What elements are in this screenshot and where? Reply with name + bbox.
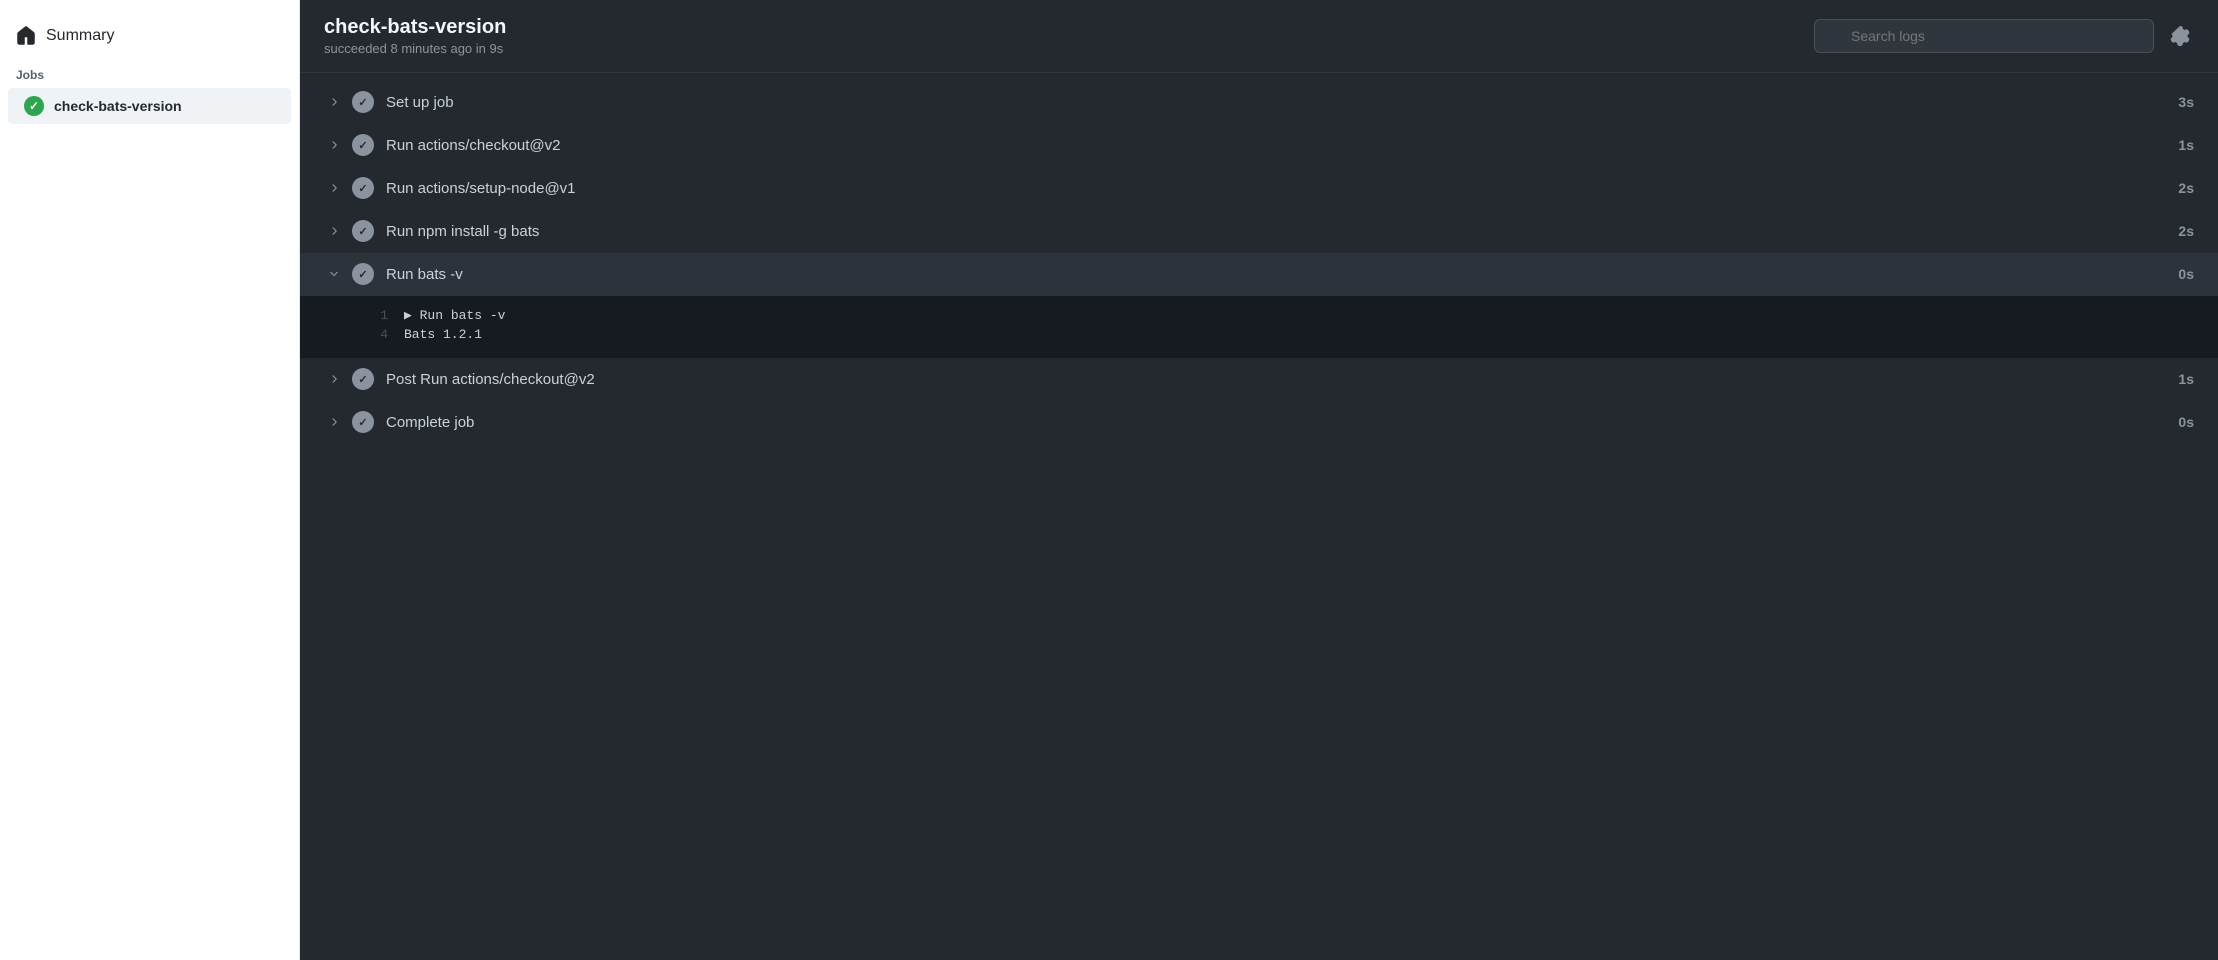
chevron-right-icon <box>324 416 344 428</box>
step-row[interactable]: Complete job0s <box>300 401 2218 444</box>
steps-list: Set up job3sRun actions/checkout@v21sRun… <box>300 73 2218 960</box>
step-name: Set up job <box>386 94 2164 111</box>
step-name: Run bats -v <box>386 266 2164 283</box>
step-duration: 0s <box>2164 414 2194 430</box>
step-status-success-icon <box>352 263 374 285</box>
jobs-section-label: Jobs <box>0 56 299 88</box>
home-icon <box>16 26 36 46</box>
step-duration: 1s <box>2164 371 2194 387</box>
step-duration: 0s <box>2164 266 2194 282</box>
search-wrapper <box>1814 19 2154 53</box>
step-row[interactable]: Run actions/checkout@v21s <box>300 124 2218 167</box>
summary-link[interactable]: Summary <box>0 16 299 56</box>
header-left: check-bats-version succeeded 8 minutes a… <box>324 16 506 56</box>
log-line: 1 ▶ Run bats -v <box>368 306 2194 325</box>
summary-label: Summary <box>46 27 114 45</box>
log-line-number: 1 <box>368 308 388 323</box>
job-subtitle: succeeded 8 minutes ago in 9s <box>324 41 506 56</box>
log-line-text: Bats 1.2.1 <box>404 327 482 342</box>
sidebar: Summary Jobs check-bats-version <box>0 0 300 960</box>
settings-button[interactable] <box>2166 22 2194 50</box>
log-line-text: ▶ Run bats -v <box>404 308 505 323</box>
chevron-down-icon <box>324 268 344 280</box>
job-title: check-bats-version <box>324 16 506 39</box>
step-name: Run npm install -g bats <box>386 223 2164 240</box>
step-name: Run actions/setup-node@v1 <box>386 180 2164 197</box>
sidebar-job-label: check-bats-version <box>54 98 182 114</box>
step-row[interactable]: Run actions/setup-node@v12s <box>300 167 2218 210</box>
log-line-number: 4 <box>368 327 388 342</box>
step-duration: 1s <box>2164 137 2194 153</box>
step-status-success-icon <box>352 368 374 390</box>
step-status-success-icon <box>352 411 374 433</box>
main-panel: check-bats-version succeeded 8 minutes a… <box>300 0 2218 960</box>
step-name: Complete job <box>386 414 2164 431</box>
chevron-right-icon <box>324 225 344 237</box>
step-duration: 2s <box>2164 223 2194 239</box>
chevron-right-icon <box>324 182 344 194</box>
chevron-right-icon <box>324 139 344 151</box>
step-log-content: 1 ▶ Run bats -v 4 Bats 1.2.1 <box>300 296 2218 358</box>
sidebar-job-item[interactable]: check-bats-version <box>8 88 291 124</box>
step-row[interactable]: Run npm install -g bats2s <box>300 210 2218 253</box>
header-right <box>1814 19 2194 53</box>
step-name: Post Run actions/checkout@v2 <box>386 371 2164 388</box>
step-status-success-icon <box>352 134 374 156</box>
step-duration: 3s <box>2164 94 2194 110</box>
step-name: Run actions/checkout@v2 <box>386 137 2164 154</box>
step-status-success-icon <box>352 220 374 242</box>
step-row[interactable]: Run bats -v0s <box>300 253 2218 296</box>
step-status-success-icon <box>352 177 374 199</box>
main-header: check-bats-version succeeded 8 minutes a… <box>300 0 2218 73</box>
step-duration: 2s <box>2164 180 2194 196</box>
step-status-success-icon <box>352 91 374 113</box>
job-success-icon <box>24 96 44 116</box>
gear-icon <box>2170 26 2190 46</box>
chevron-right-icon <box>324 96 344 108</box>
search-logs-input[interactable] <box>1814 19 2154 53</box>
step-row[interactable]: Set up job3s <box>300 81 2218 124</box>
step-row[interactable]: Post Run actions/checkout@v21s <box>300 358 2218 401</box>
log-line: 4 Bats 1.2.1 <box>368 325 2194 344</box>
chevron-right-icon <box>324 373 344 385</box>
